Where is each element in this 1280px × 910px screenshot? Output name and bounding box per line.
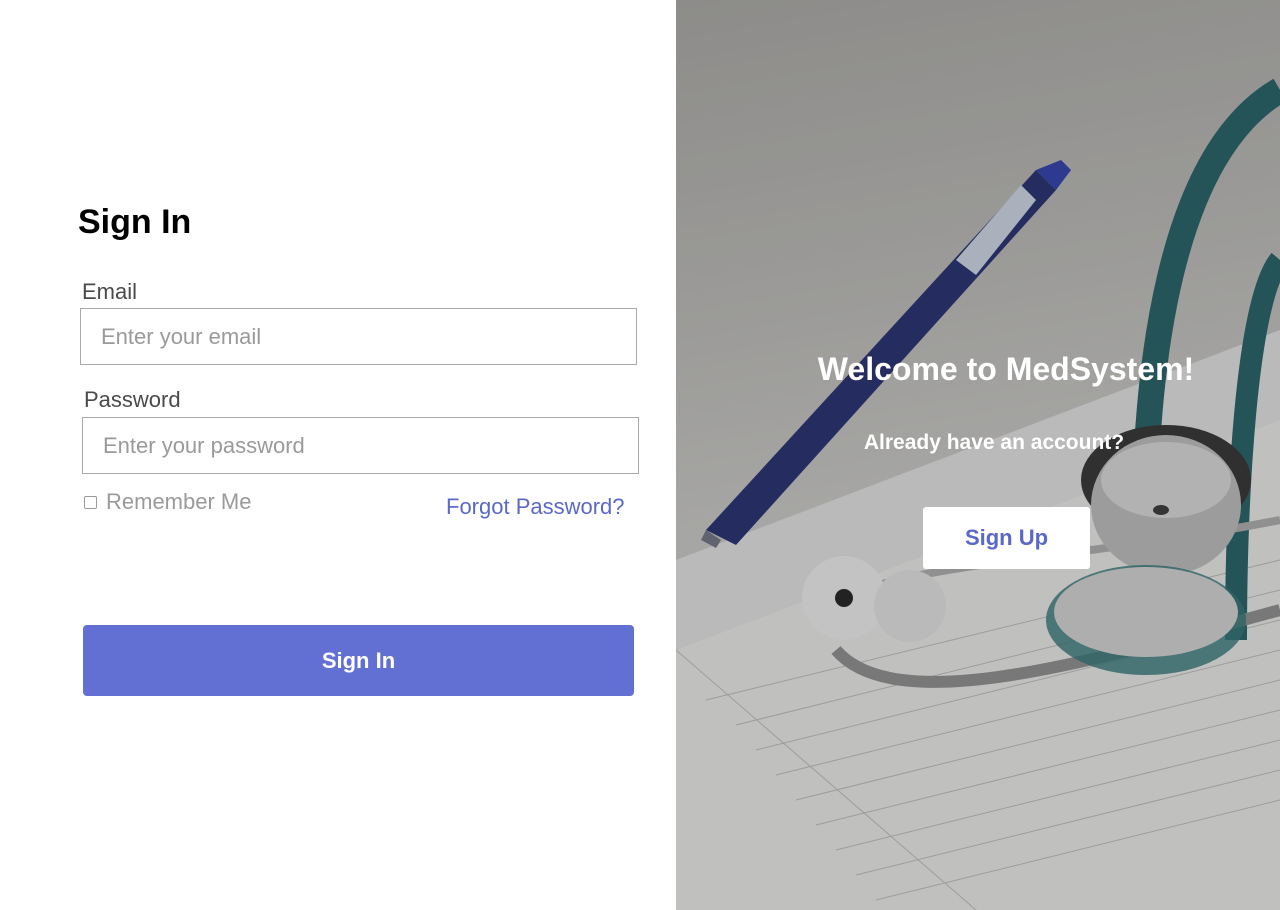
remember-me-checkbox[interactable] [84,495,97,509]
signin-button[interactable]: Sign In [83,625,634,696]
welcome-panel: Welcome to MedSystem! Already have an ac… [676,0,1280,910]
welcome-heading: Welcome to MedSystem! [817,351,1195,387]
login-page: Sign In Email Password Remember Me Forgo… [0,0,1280,910]
password-label: Password [84,387,181,412]
remember-me: Remember Me [84,489,251,515]
password-input[interactable] [82,417,639,474]
email-label: Email [82,279,138,304]
email-input[interactable] [80,308,637,365]
remember-me-label[interactable]: Remember Me [106,489,251,515]
signup-button[interactable]: Sign Up [923,507,1090,569]
background-overlay [676,0,1280,910]
forgot-password-link[interactable]: Forgot Password? [446,494,625,520]
already-have-account-text: Already have an account? [863,431,1125,454]
page-title: Sign In [78,203,192,241]
signin-panel: Sign In Email Password Remember Me Forgo… [0,0,676,910]
